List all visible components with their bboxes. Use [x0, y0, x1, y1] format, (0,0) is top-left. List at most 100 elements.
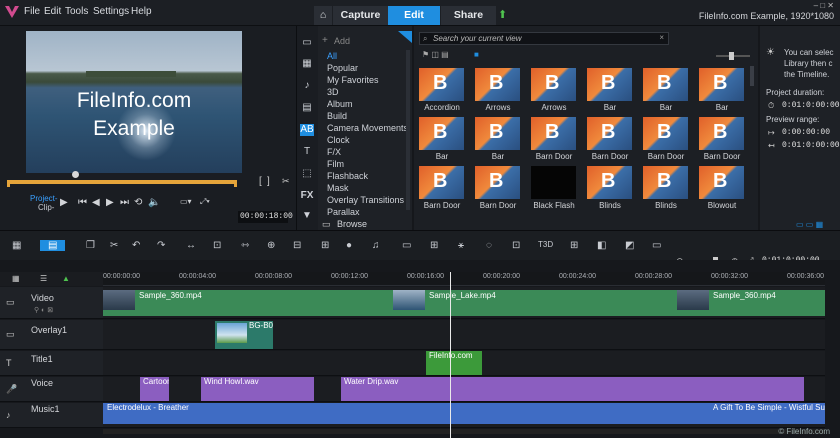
tab-share[interactable]: Share	[441, 6, 496, 25]
transition-thumbnail[interactable]: B	[699, 117, 744, 150]
insert-icon[interactable]: ⊞	[321, 240, 329, 251]
clip-sample-lake[interactable]: Sample_Lake.mp4	[393, 290, 677, 316]
category-scrollbar[interactable]	[406, 50, 410, 210]
window-controls[interactable]: – □ ✕	[814, 1, 834, 10]
split-icon[interactable]: ⊕	[267, 240, 275, 251]
3d-title-icon[interactable]: T3D	[538, 240, 553, 249]
category-flashback[interactable]: Flashback	[327, 171, 368, 181]
more-icon[interactable]: ▼	[300, 210, 314, 222]
storyboard-view-icon[interactable]: ▦	[12, 240, 21, 251]
project-mode-label[interactable]: Project-	[30, 194, 58, 203]
grid-view-icon[interactable]: ■	[474, 50, 479, 59]
scrub-handle[interactable]	[72, 171, 79, 178]
end-button[interactable]: ⏭	[120, 197, 129, 208]
category-popular[interactable]: Popular	[327, 63, 358, 73]
upload-icon[interactable]: ⬆	[498, 8, 507, 21]
multicam-icon[interactable]: ⊞	[430, 240, 438, 251]
motion-icon[interactable]: ⚹	[458, 240, 464, 251]
transition-thumbnail[interactable]: B	[587, 68, 632, 101]
category-build[interactable]: Build	[327, 111, 347, 121]
view-options-icon[interactable]: ⚑ ◫ ▤	[422, 50, 449, 59]
mark-in-button[interactable]: [	[259, 176, 262, 187]
category-my-favorites[interactable]: My Favorites	[327, 75, 379, 85]
menu-tools[interactable]: Tools	[65, 6, 88, 17]
add-icon[interactable]: +	[322, 35, 328, 46]
search-input[interactable]: ⌕ Search your current view ×	[419, 32, 669, 45]
color-icon[interactable]: ◩	[625, 240, 634, 251]
pan-zoom-icon[interactable]: ⊡	[512, 240, 520, 251]
repeat-button[interactable]: ⟲	[134, 197, 142, 208]
undo-icon[interactable]: ↶	[132, 240, 140, 251]
subtitle-icon[interactable]: ▭	[402, 240, 411, 251]
redo-icon[interactable]: ↷	[157, 240, 165, 251]
transition-thumbnail[interactable]: B	[475, 117, 520, 150]
track-lane-overlay[interactable]	[103, 320, 825, 350]
copy-icon[interactable]: ❐	[86, 240, 95, 251]
track-motion-icon[interactable]: ◌	[486, 240, 492, 251]
transition-thumbnail[interactable]: B	[475, 166, 520, 199]
category-3d[interactable]: 3D	[327, 87, 339, 97]
mask-icon[interactable]: ◧	[597, 240, 606, 251]
clip-sample-360-b[interactable]: Sample_360.mp4	[677, 290, 825, 316]
prev-frame-button[interactable]: ◀	[92, 197, 100, 208]
mark-out-handle[interactable]	[234, 180, 237, 187]
timeline-view-icon[interactable]: ▤	[40, 240, 66, 251]
home-frame-button[interactable]: ⏮	[78, 197, 87, 208]
category-album[interactable]: Album	[327, 99, 353, 109]
enlarge-preview-button[interactable]: ⤢▾	[200, 197, 210, 207]
tab-capture[interactable]: Capture	[333, 6, 388, 25]
cut-icon[interactable]: ✂	[110, 240, 118, 251]
transition-thumbnail[interactable]: B	[531, 68, 576, 101]
scrub-bar[interactable]	[7, 180, 237, 184]
menu-settings[interactable]: Settings	[93, 6, 129, 17]
instant-project-icon[interactable]: ▦	[300, 58, 314, 70]
graphics-icon[interactable]: ▤	[300, 102, 314, 114]
next-frame-button[interactable]: ▶	[106, 197, 114, 208]
category-camera-movements[interactable]: Camera Movements	[327, 123, 408, 133]
thumb-size-slider-handle[interactable]	[729, 52, 734, 60]
record-icon[interactable]: ●	[346, 240, 352, 251]
title-icon[interactable]: T	[300, 146, 314, 158]
transition-thumbnail[interactable]: B	[475, 68, 520, 101]
menu-help[interactable]: Help	[131, 6, 152, 17]
video-track-controls[interactable]: ⚲ ◐ ⊠	[34, 306, 53, 314]
transition-thumbnail[interactable]: B	[699, 68, 744, 101]
transition-thumbnail[interactable]: B	[699, 166, 744, 199]
menu-edit[interactable]: Edit	[44, 6, 61, 17]
transition-thumbnail[interactable]: B	[419, 166, 464, 199]
split-screen-icon[interactable]: ⊞	[570, 240, 578, 251]
split-clip-icon[interactable]: ✂	[282, 176, 290, 187]
playhead[interactable]	[450, 272, 451, 438]
transition-thumbnail[interactable]: B	[419, 117, 464, 150]
clip-sample-360-a[interactable]: Sample_360.mp4	[103, 290, 393, 316]
category-all[interactable]: All	[327, 51, 337, 61]
play-button[interactable]: ▶	[60, 197, 68, 208]
chapter-icon[interactable]: ☰	[40, 274, 47, 283]
home-button[interactable]: ⌂	[314, 6, 332, 25]
timecode-display[interactable]: 00:00:18:00	[238, 211, 293, 223]
thumbnail-scrollbar[interactable]	[750, 66, 754, 86]
transition-thumbnail[interactable]	[531, 166, 576, 199]
transition-thumbnail[interactable]: B	[587, 166, 632, 199]
speed-icon[interactable]: ▭	[652, 240, 661, 251]
audio-library-icon[interactable]: ♪	[300, 80, 314, 92]
clip-mode-label[interactable]: Clip-	[38, 203, 54, 212]
category-fx[interactable]: F/X	[327, 147, 341, 157]
transition-icon[interactable]: AB	[300, 124, 314, 136]
tab-edit[interactable]: Edit	[388, 6, 440, 25]
clear-search-icon[interactable]: ×	[659, 33, 664, 42]
add-category-button[interactable]: Add	[334, 36, 350, 46]
mark-out-button[interactable]: ]	[267, 176, 270, 187]
transition-thumbnail[interactable]: B	[643, 68, 688, 101]
panel-layout-icons[interactable]: ▭ ▭ ▦	[796, 220, 823, 229]
volume-icon[interactable]: 🔈	[148, 197, 160, 208]
clip-title-fileinfo[interactable]: FileInfo.com	[426, 351, 482, 375]
filter-icon[interactable]: FX	[300, 190, 314, 202]
clip-cartoon[interactable]: Cartoon	[140, 377, 169, 401]
transition-thumbnail[interactable]: B	[531, 117, 576, 150]
category-parallax[interactable]: Parallax	[327, 207, 360, 217]
fit-icon[interactable]: ⊡	[213, 240, 221, 251]
transition-thumbnail[interactable]: B	[419, 68, 464, 101]
category-overlay-transitions[interactable]: Overlay Transitions	[327, 195, 404, 205]
category-film[interactable]: Film	[327, 159, 344, 169]
